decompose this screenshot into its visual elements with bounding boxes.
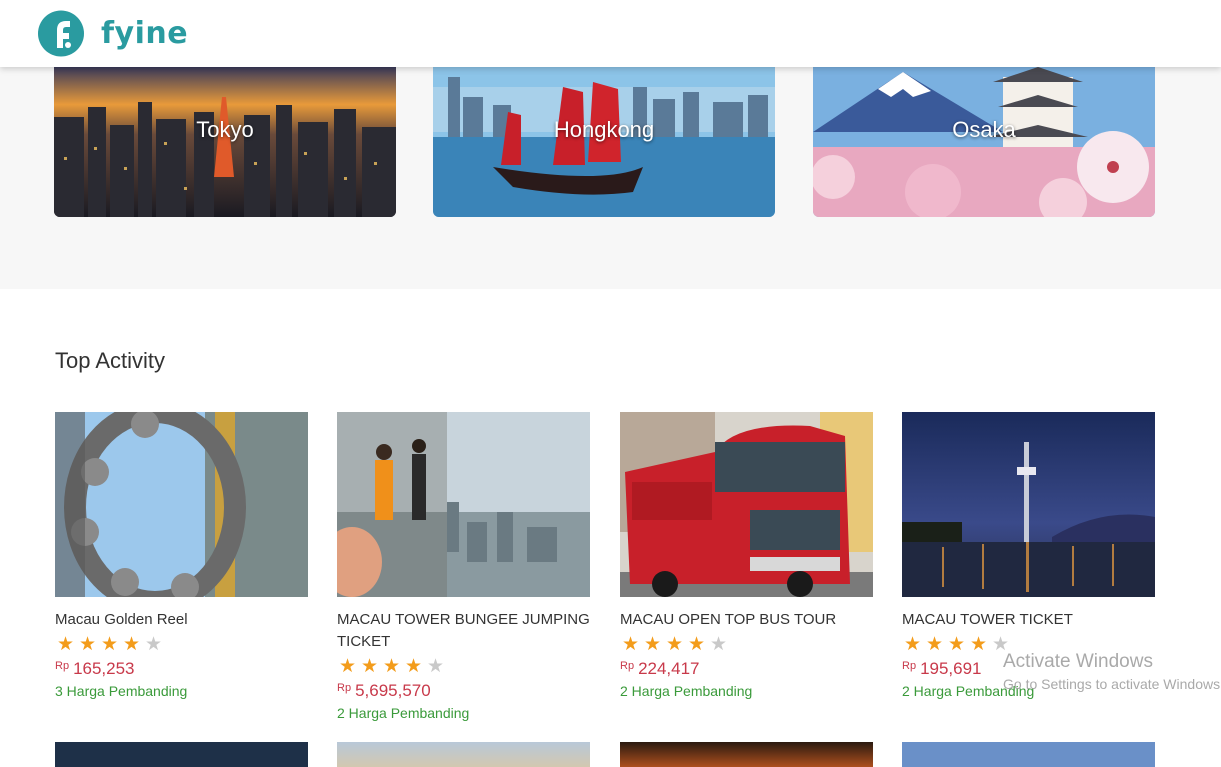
compare-link[interactable]: 2 Harga Pembanding	[902, 683, 1155, 699]
destination-label: Hongkong	[553, 117, 655, 142]
star-empty-icon: ★	[427, 655, 445, 677]
currency: Rp	[55, 660, 70, 672]
star-filled-icon: ★	[101, 633, 119, 655]
brand-logo[interactable]: fyine	[35, 10, 188, 57]
currency: Rp	[620, 660, 635, 672]
activity-card-image-partial[interactable]	[55, 742, 308, 767]
price-amount: 5,695,570	[355, 681, 431, 700]
activity-card[interactable]: Macau Golden Reel ★ ★ ★ ★ ★ Rp 165,253 3 Har…	[55, 412, 308, 699]
star-filled-icon: ★	[79, 633, 97, 655]
star-filled-icon: ★	[405, 655, 423, 677]
star-filled-icon: ★	[970, 633, 988, 655]
fyine-logo-icon	[35, 10, 88, 57]
star-filled-icon: ★	[383, 655, 401, 677]
destination-card-osaka[interactable]: Osaka	[813, 67, 1155, 217]
activity-image	[55, 412, 308, 597]
price: Rp 5,695,570	[337, 681, 590, 701]
activity-card-image-partial[interactable]	[902, 742, 1155, 767]
star-filled-icon: ★	[57, 633, 75, 655]
rating-stars: ★ ★ ★ ★ ★	[337, 655, 590, 677]
currency: Rp	[337, 682, 352, 694]
star-filled-icon: ★	[361, 655, 379, 677]
price: Rp 224,417	[620, 659, 873, 679]
currency: Rp	[902, 660, 917, 672]
star-filled-icon: ★	[123, 633, 141, 655]
price-amount: 224,417	[638, 659, 700, 678]
star-filled-icon: ★	[666, 633, 684, 655]
price-amount: 165,253	[73, 659, 135, 678]
star-filled-icon: ★	[622, 633, 640, 655]
rating-stars: ★ ★ ★ ★ ★	[902, 633, 1155, 655]
activity-title: MACAU TOWER TICKET	[902, 611, 1073, 628]
section-title: Top Activity	[55, 348, 166, 373]
activity-card[interactable]: MACAU TOWER TICKET ★ ★ ★ ★ ★ Rp 195,691 2 Ha…	[902, 412, 1155, 699]
star-empty-icon: ★	[710, 633, 728, 655]
rating-stars: ★ ★ ★ ★ ★	[620, 633, 873, 655]
star-filled-icon: ★	[644, 633, 662, 655]
price: Rp 165,253	[55, 659, 308, 679]
activity-title: MACAU TOWER BUNGEE JUMPING TICKET	[337, 611, 590, 650]
brand-name: fyine	[101, 16, 189, 51]
destination-label: Osaka	[952, 117, 1016, 142]
destination-card-tokyo[interactable]: Tokyo	[54, 67, 396, 217]
star-filled-icon: ★	[904, 633, 922, 655]
compare-link[interactable]: 3 Harga Pembanding	[55, 683, 308, 699]
activity-card[interactable]: MACAU OPEN TOP BUS TOUR ★ ★ ★ ★ ★ Rp 224,417…	[620, 412, 873, 699]
star-empty-icon: ★	[992, 633, 1010, 655]
activity-image	[902, 412, 1155, 597]
activity-card[interactable]: MACAU TOWER BUNGEE JUMPING TICKET ★ ★ ★ ★ ★ …	[337, 412, 590, 721]
activity-image	[337, 412, 590, 597]
compare-link[interactable]: 2 Harga Pembanding	[337, 705, 590, 721]
activity-image	[620, 412, 873, 597]
star-filled-icon: ★	[688, 633, 706, 655]
destination-section: Tokyo Hongkong Osaka	[0, 67, 1221, 289]
star-filled-icon: ★	[926, 633, 944, 655]
rating-stars: ★ ★ ★ ★ ★	[55, 633, 308, 655]
price-amount: 195,691	[920, 659, 982, 678]
star-empty-icon: ★	[145, 633, 163, 655]
compare-link[interactable]: 2 Harga Pembanding	[620, 683, 873, 699]
activity-title: Macau Golden Reel	[55, 611, 188, 628]
activity-card-image-partial[interactable]	[620, 742, 873, 767]
price: Rp 195,691	[902, 659, 1155, 679]
activity-card-image-partial[interactable]	[337, 742, 590, 767]
star-filled-icon: ★	[339, 655, 357, 677]
destination-label: Tokyo	[196, 117, 254, 142]
destination-card-hongkong[interactable]: Hongkong	[433, 67, 775, 217]
site-header: fyine	[0, 0, 1221, 67]
star-filled-icon: ★	[948, 633, 966, 655]
activity-title: MACAU OPEN TOP BUS TOUR	[620, 611, 837, 628]
